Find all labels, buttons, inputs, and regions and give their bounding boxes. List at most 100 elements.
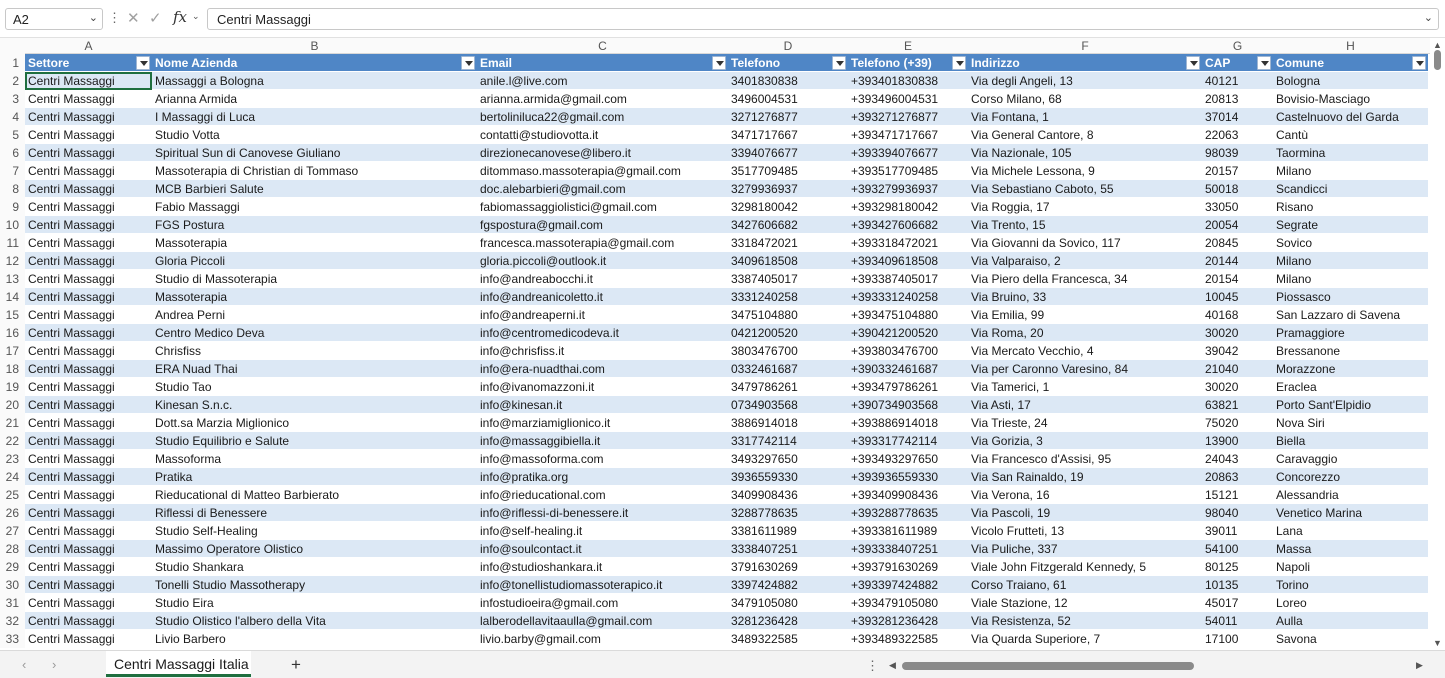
cell-indirizzo[interactable]: Via Verona, 16 <box>968 486 1202 504</box>
cell-cap[interactable]: 54011 <box>1202 612 1273 630</box>
cell-telefono-39[interactable]: +393317742114 <box>848 432 968 450</box>
header-cell-telefono[interactable]: Telefono <box>728 54 848 72</box>
cell-indirizzo[interactable]: Via Nazionale, 105 <box>968 144 1202 162</box>
cell-telefono[interactable]: 3401830838 <box>728 72 848 90</box>
cell-indirizzo[interactable]: Via Resistenza, 52 <box>968 612 1202 630</box>
row-number[interactable]: 18 <box>0 360 25 378</box>
cell-telefono[interactable]: 3338407251 <box>728 540 848 558</box>
cell-nome-azienda[interactable]: Riflessi di Benessere <box>152 504 477 522</box>
cell-comune[interactable]: Biella <box>1273 432 1428 450</box>
cell-telefono[interactable]: 3427606682 <box>728 216 848 234</box>
cell-settore[interactable]: Centri Massaggi <box>25 612 152 630</box>
cell-comune[interactable]: Milano <box>1273 162 1428 180</box>
cell-telefono[interactable]: 3397424882 <box>728 576 848 594</box>
cell-indirizzo[interactable]: Corso Milano, 68 <box>968 90 1202 108</box>
row-number[interactable]: 3 <box>0 90 25 108</box>
cell-telefono[interactable]: 3279936937 <box>728 180 848 198</box>
cell-comune[interactable]: Nova Siri <box>1273 414 1428 432</box>
cell-nome-azienda[interactable]: Andrea Perni <box>152 306 477 324</box>
cell-telefono[interactable]: 3493297650 <box>728 450 848 468</box>
expand-formula-icon[interactable]: ⌄ <box>1424 11 1433 24</box>
cell-cap[interactable]: 80125 <box>1202 558 1273 576</box>
cell-telefono-39[interactable]: +393936559330 <box>848 468 968 486</box>
cell-settore[interactable]: Centri Massaggi <box>25 576 152 594</box>
cell-cap[interactable]: 13900 <box>1202 432 1273 450</box>
row-number[interactable]: 8 <box>0 180 25 198</box>
more-options-icon[interactable]: ⋮ <box>866 658 879 674</box>
column-header-c[interactable]: C <box>477 38 728 54</box>
row-number[interactable]: 10 <box>0 216 25 234</box>
header-cell-nome-azienda[interactable]: Nome Azienda <box>152 54 477 72</box>
cell-comune[interactable]: Caravaggio <box>1273 450 1428 468</box>
chevron-right-icon[interactable]: › <box>52 657 56 672</box>
cell-nome-azienda[interactable]: Studio di Massoterapia <box>152 270 477 288</box>
cell-comune[interactable]: Taormina <box>1273 144 1428 162</box>
cell-email[interactable]: info@ivanomazzoni.it <box>477 378 728 396</box>
cell-nome-azienda[interactable]: Massimo Operatore Olistico <box>152 540 477 558</box>
cell-cap[interactable]: 30020 <box>1202 324 1273 342</box>
cell-settore[interactable]: Centri Massaggi <box>25 198 152 216</box>
cell-settore[interactable]: Centri Massaggi <box>25 468 152 486</box>
scroll-down-icon[interactable]: ▼ <box>1433 638 1442 648</box>
cell-telefono[interactable]: 3496004531 <box>728 90 848 108</box>
cell-telefono-39[interactable]: +393427606682 <box>848 216 968 234</box>
cell-indirizzo[interactable]: Via Asti, 17 <box>968 396 1202 414</box>
row-number[interactable]: 9 <box>0 198 25 216</box>
cell-email[interactable]: info@andreanicoletto.it <box>477 288 728 306</box>
cell-comune[interactable]: Loreo <box>1273 594 1428 612</box>
horizontal-scroll-thumb[interactable] <box>902 662 1194 670</box>
cell-telefono[interactable]: 0332461687 <box>728 360 848 378</box>
cell-indirizzo[interactable]: Via Gorizia, 3 <box>968 432 1202 450</box>
cell-indirizzo[interactable]: Via Valparaiso, 2 <box>968 252 1202 270</box>
row-number[interactable]: 27 <box>0 522 25 540</box>
row-number[interactable]: 2 <box>0 72 25 90</box>
cell-nome-azienda[interactable]: Massoforma <box>152 450 477 468</box>
cell-telefono-39[interactable]: +393489322585 <box>848 630 968 648</box>
sheet-tab-centri-massaggi-italia[interactable]: Centri Massaggi Italia <box>106 651 251 677</box>
cell-telefono-39[interactable]: +393279936937 <box>848 180 968 198</box>
vertical-scrollbar[interactable]: ▲ ▼ <box>1430 38 1445 650</box>
cell-cap[interactable]: 50018 <box>1202 180 1273 198</box>
cell-email[interactable]: info@tonellistudiomassoterapico.it <box>477 576 728 594</box>
cell-telefono[interactable]: 3298180042 <box>728 198 848 216</box>
cell-email[interactable]: info@studioshankara.it <box>477 558 728 576</box>
scroll-right-icon[interactable]: ▶ <box>1416 660 1423 671</box>
cell-cap[interactable]: 20863 <box>1202 468 1273 486</box>
cell-email[interactable]: info@rieducational.com <box>477 486 728 504</box>
cell-nome-azienda[interactable]: Spiritual Sun di Canovese Giuliano <box>152 144 477 162</box>
cell-telefono-39[interactable]: +393397424882 <box>848 576 968 594</box>
row-number[interactable]: 28 <box>0 540 25 558</box>
chevron-down-icon[interactable]: ⌄ <box>192 11 200 22</box>
cell-cap[interactable]: 20845 <box>1202 234 1273 252</box>
cell-indirizzo[interactable]: Via Mercato Vecchio, 4 <box>968 342 1202 360</box>
spreadsheet-grid[interactable]: ABCDEFGH 1 Settore Nome Azienda Email Telefo… <box>0 38 1430 650</box>
cell-telefono-39[interactable]: +393471717667 <box>848 126 968 144</box>
cell-indirizzo[interactable]: Via Quarda Superiore, 7 <box>968 630 1202 648</box>
cell-indirizzo[interactable]: Via General Cantore, 8 <box>968 126 1202 144</box>
cell-cap[interactable]: 39011 <box>1202 522 1273 540</box>
cell-comune[interactable]: Aulla <box>1273 612 1428 630</box>
cell-indirizzo[interactable]: Via Roma, 20 <box>968 324 1202 342</box>
cell-telefono[interactable]: 3281236428 <box>728 612 848 630</box>
cell-cap[interactable]: 20157 <box>1202 162 1273 180</box>
row-number[interactable]: 29 <box>0 558 25 576</box>
row-number[interactable]: 4 <box>0 108 25 126</box>
cell-indirizzo[interactable]: Via Pascoli, 19 <box>968 504 1202 522</box>
cell-email[interactable]: info@centromedicodeva.it <box>477 324 728 342</box>
scroll-left-icon[interactable]: ◀ <box>889 660 896 671</box>
cell-telefono[interactable]: 3936559330 <box>728 468 848 486</box>
row-number[interactable]: 1 <box>0 54 25 72</box>
cell-telefono[interactable]: 3517709485 <box>728 162 848 180</box>
cell-telefono[interactable]: 3791630269 <box>728 558 848 576</box>
cell-comune[interactable]: Napoli <box>1273 558 1428 576</box>
cell-nome-azienda[interactable]: Massoterapia <box>152 234 477 252</box>
cell-settore[interactable]: Centri Massaggi <box>25 396 152 414</box>
column-header-f[interactable]: F <box>968 38 1202 54</box>
cell-telefono[interactable]: 3803476700 <box>728 342 848 360</box>
cell-settore[interactable]: Centri Massaggi <box>25 288 152 306</box>
cell-telefono[interactable]: 3331240258 <box>728 288 848 306</box>
cell-nome-azienda[interactable]: Studio Votta <box>152 126 477 144</box>
cell-settore[interactable]: Centri Massaggi <box>25 378 152 396</box>
cell-comune[interactable]: Venetico Marina <box>1273 504 1428 522</box>
cell-telefono[interactable]: 3394076677 <box>728 144 848 162</box>
